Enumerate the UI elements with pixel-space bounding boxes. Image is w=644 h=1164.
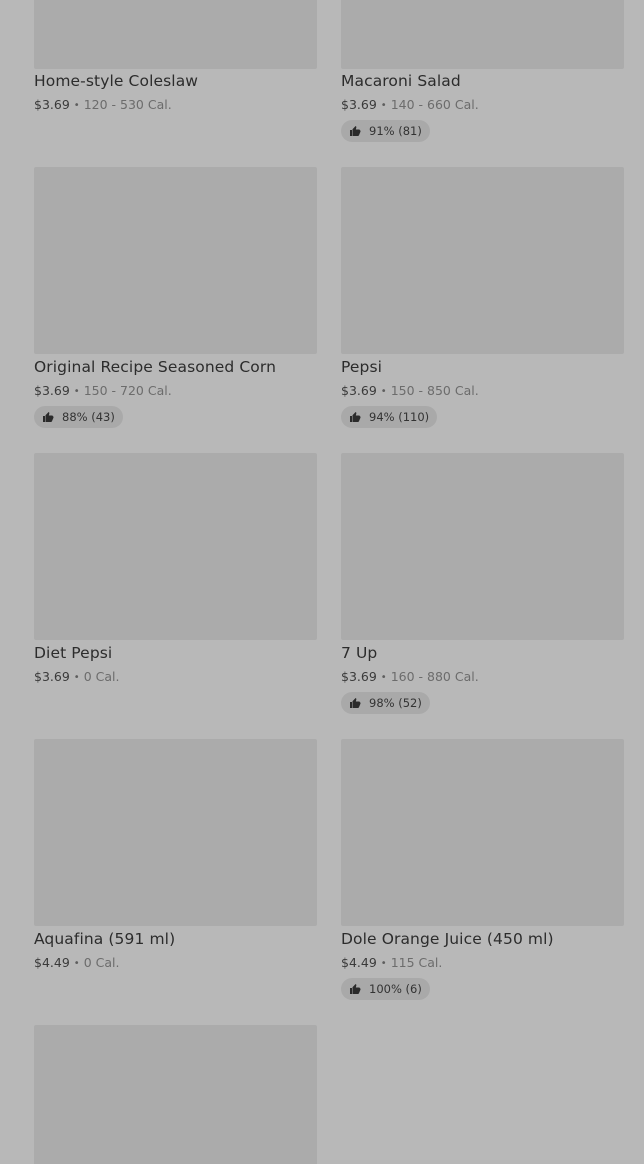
item-calories: 140 - 660 Cal. [390, 97, 479, 112]
item-price: $4.49 [341, 955, 377, 970]
thumbs-up-icon [350, 126, 361, 136]
item-calories: 0 Cal. [83, 669, 120, 684]
thumbs-up-icon [350, 412, 361, 422]
item-image[interactable] [341, 0, 624, 69]
item-image[interactable] [34, 739, 317, 926]
rating-text: 98% (52) [369, 696, 422, 710]
item-name: Original Recipe Seasoned Corn [34, 358, 277, 376]
item-price: $3.69 [341, 97, 377, 112]
item-price: $3.69 [34, 97, 70, 112]
item-price: $3.69 [341, 669, 377, 684]
rating-badge: 98% (52) [341, 692, 430, 714]
item-price: $3.69 [34, 383, 70, 398]
item-image[interactable] [34, 0, 317, 69]
rating-text: 100% (6) [369, 982, 422, 996]
item-image[interactable] [34, 167, 317, 354]
rating-badge: 88% (43) [34, 406, 123, 428]
rating-badge: 91% (81) [341, 120, 430, 142]
item-meta: $3.69 • 150 - 850 Cal. [341, 383, 479, 398]
rating-text: 94% (110) [369, 410, 430, 424]
item-meta: $3.69 • 0 Cal. [34, 669, 119, 684]
thumbs-up-icon [43, 412, 54, 422]
item-meta: $3.69 • 160 - 880 Cal. [341, 669, 479, 684]
item-name: Home-style Coleslaw [34, 72, 199, 90]
item-price: $4.49 [34, 955, 70, 970]
item-calories: 160 - 880 Cal. [390, 669, 479, 684]
item-meta: $3.69 • 150 - 720 Cal. [34, 383, 172, 398]
rating-text: 88% (43) [62, 410, 115, 424]
separator-dot: • [73, 672, 80, 683]
item-name: 7 Up [341, 644, 378, 662]
item-meta: $4.49 • 0 Cal. [34, 955, 119, 970]
separator-dot: • [380, 100, 387, 111]
item-calories: 115 Cal. [390, 955, 443, 970]
item-name: Macaroni Salad [341, 72, 461, 90]
thumbs-up-icon [350, 984, 361, 994]
item-calories: 150 - 720 Cal. [83, 383, 172, 398]
item-meta: $3.69 • 120 - 530 Cal. [34, 97, 172, 112]
item-image[interactable] [341, 739, 624, 926]
separator-dot: • [73, 958, 80, 969]
item-image[interactable] [341, 453, 624, 640]
separator-dot: • [380, 672, 387, 683]
item-image[interactable] [34, 453, 317, 640]
item-price: $3.69 [34, 669, 70, 684]
item-name: Aquafina (591 ml) [34, 930, 176, 948]
separator-dot: • [73, 100, 80, 111]
item-image[interactable] [34, 1025, 317, 1164]
thumbs-up-icon [350, 698, 361, 708]
rating-badge: 100% (6) [341, 978, 430, 1000]
menu-item-card[interactable] [34, 1025, 317, 1164]
item-calories: 150 - 850 Cal. [390, 383, 479, 398]
separator-dot: • [73, 386, 80, 397]
item-calories: 120 - 530 Cal. [83, 97, 172, 112]
item-image[interactable] [341, 167, 624, 354]
item-name: Dole Orange Juice (450 ml) [341, 930, 554, 948]
separator-dot: • [380, 386, 387, 397]
item-meta: $3.69 • 140 - 660 Cal. [341, 97, 479, 112]
item-price: $3.69 [341, 383, 377, 398]
item-calories: 0 Cal. [83, 955, 120, 970]
separator-dot: • [380, 958, 387, 969]
rating-badge: 94% (110) [341, 406, 438, 428]
item-name: Pepsi [341, 358, 383, 376]
rating-text: 91% (81) [369, 124, 422, 138]
item-meta: $4.49 • 115 Cal. [341, 955, 442, 970]
item-name: Diet Pepsi [34, 644, 113, 662]
